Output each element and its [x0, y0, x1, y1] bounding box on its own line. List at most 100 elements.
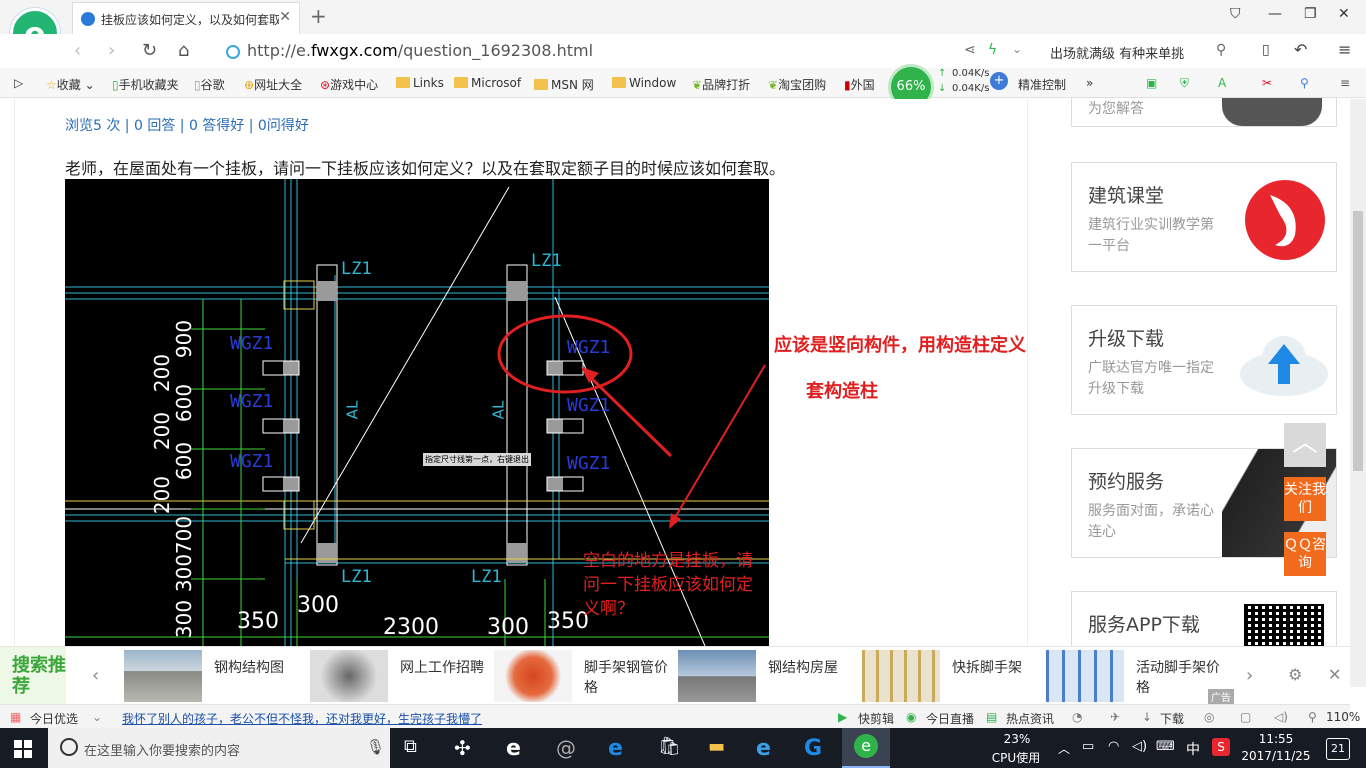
follow-us-button[interactable]: 关注我们 [1284, 477, 1326, 521]
news-headline-link[interactable]: 我怀了别人的孩子，老公不但不怪我，还对我更好，生完孩子我懵了 [122, 710, 482, 727]
sidebar-card-building-class[interactable]: 建筑课堂 建筑行业实训教学第一平台 [1071, 162, 1337, 272]
notification-center-icon[interactable]: 21 [1326, 738, 1350, 760]
speedometer-icon[interactable]: ◔ [1072, 710, 1082, 724]
translate-icon[interactable]: A [1218, 76, 1226, 90]
fan-app-icon[interactable]: ✣ [454, 736, 480, 760]
close-icon[interactable]: ✕ [1328, 665, 1341, 684]
add-icon[interactable]: + [990, 72, 1008, 90]
phone-icon[interactable]: ▯ [1262, 42, 1270, 58]
zoom-level[interactable]: 110% [1326, 710, 1360, 724]
keyboard-icon[interactable]: ⌨ [1156, 739, 1175, 754]
bookmark-google[interactable]: ▯谷歌 [194, 76, 225, 93]
browser-e-icon[interactable]: e [506, 736, 532, 761]
bookmark-links[interactable]: Links [396, 76, 444, 90]
task-view-icon[interactable]: ⧉ [404, 736, 430, 760]
today-live-link[interactable]: 今日直播 [926, 710, 974, 727]
question-stats[interactable]: 浏览5 次 | 0 回答 | 0 答得好 | 0问得好 [65, 115, 309, 135]
folder-icon [534, 79, 548, 90]
close-tab-icon[interactable]: ✕ [279, 9, 291, 25]
bookmark-windows[interactable]: Window [612, 76, 676, 90]
glodon-app-icon[interactable]: G [804, 736, 830, 761]
download-link[interactable]: 下载 [1160, 710, 1184, 727]
bookmark-games[interactable]: ⊛游戏中心 [320, 76, 378, 93]
store-icon[interactable]: 🛍 [658, 736, 684, 760]
bookmark-mobile[interactable]: ▯手机收藏夹 [112, 76, 179, 93]
globe-icon[interactable]: ◎ [1204, 710, 1214, 724]
back-to-top-button[interactable]: ︿ [1284, 423, 1326, 467]
window-icon[interactable]: ▢ [1240, 710, 1251, 724]
bookmark-msn[interactable]: MSN 网 [534, 76, 594, 93]
undo-icon[interactable]: ↶ [1294, 40, 1307, 59]
shirt-skin-icon[interactable]: ⛉ [1230, 6, 1241, 22]
cad-label-wgz1: WGZ1 [567, 395, 611, 416]
cad-dim: 300 [487, 615, 529, 640]
page-scrollbar[interactable] [1350, 99, 1366, 687]
forward-icon[interactable]: › [108, 40, 115, 61]
qr-code-image [1244, 604, 1324, 648]
sidebar-card-answer[interactable]: 为您解答 [1071, 97, 1337, 127]
active-browser-taskbar-button[interactable]: e [842, 728, 890, 768]
swirl-app-icon[interactable]: @ [556, 736, 582, 760]
sogou-ime-icon[interactable]: S [1212, 738, 1230, 756]
quick-clip-link[interactable]: 快剪辑 [858, 710, 894, 727]
volume-icon[interactable]: ◁) [1132, 739, 1147, 754]
shield-icon[interactable]: ⛨ [1180, 76, 1189, 91]
cad-label-al: AL [489, 400, 508, 420]
restore-button[interactable]: ❐ [1304, 6, 1317, 22]
bookmark-foreign[interactable]: ▮外国 [844, 76, 875, 93]
sidebar-card-upgrade[interactable]: 升级下载 广联达官方唯一指定升级下载 [1071, 305, 1337, 415]
video-edit-icon: ▶ [838, 710, 848, 724]
wifi-icon[interactable]: ◠ [1108, 739, 1119, 754]
hot-news-link[interactable]: 热点资讯 [1006, 710, 1054, 727]
clock-time[interactable]: 11:55 [1246, 732, 1306, 746]
scissors-icon[interactable]: ✂ [1262, 76, 1272, 90]
bookmark-site-nav[interactable]: ⊕网址大全 [244, 76, 302, 93]
ie-icon[interactable]: e [756, 736, 782, 761]
lightning-icon[interactable]: ϟ [988, 42, 997, 58]
volume-icon[interactable]: ◁) [1274, 710, 1288, 724]
menu-icon[interactable]: ≡ [1340, 76, 1350, 90]
menu-icon[interactable]: ≡ [1338, 40, 1351, 59]
today-picks[interactable]: 今日优选 [30, 710, 78, 727]
ime-indicator[interactable]: 中 [1186, 739, 1200, 759]
url-input[interactable]: http://e.fwxgx.com/question_1692308.html [247, 41, 593, 60]
taskbar-search-input[interactable]: 在这里输入你要搜索的内容 🎙 [48, 728, 390, 768]
close-window-button[interactable]: ✕ [1338, 6, 1350, 22]
share-icon[interactable]: ⋖ [964, 42, 976, 58]
network-speed-widget[interactable]: 66% ↑ 0.04K/s ↓ 0.04K/s + [886, 64, 1010, 110]
more-bookmarks-icon[interactable]: » [1086, 76, 1093, 90]
file-explorer-icon[interactable]: ▬ [708, 736, 734, 760]
settings-gear-icon[interactable]: ⚙ [1288, 665, 1302, 684]
search-icon[interactable]: ⚲ [1216, 42, 1226, 58]
bookmark-microsoft[interactable]: Microsof [454, 76, 521, 90]
bookmark-precise-control[interactable]: 精准控制 [1018, 76, 1066, 93]
reader-icon[interactable]: ▣ [1146, 76, 1157, 90]
bookmark-taobao[interactable]: ❦淘宝团购 [768, 76, 826, 93]
scrollbar-thumb[interactable] [1353, 211, 1363, 471]
search-slogan[interactable]: 出场就满级 有种来单挑 [1050, 43, 1184, 62]
pin-icon[interactable]: ✈ [1110, 710, 1120, 724]
microphone-icon[interactable]: 🎙 [366, 738, 385, 756]
minimize-button[interactable]: — [1268, 6, 1282, 22]
windows-start-icon[interactable] [14, 740, 32, 758]
clock-date[interactable]: 2017/11/25 [1240, 749, 1312, 763]
refresh-icon[interactable]: ↻ [142, 40, 157, 61]
upload-speed: 0.04K/s [952, 68, 990, 79]
edge-icon[interactable]: e [608, 736, 634, 761]
chevron-down-icon[interactable]: ⌄ [1012, 42, 1022, 56]
bookmark-brand-sale[interactable]: ❦品牌打折 [692, 76, 750, 93]
back-icon[interactable]: ‹ [74, 40, 81, 61]
bookmark-favorites[interactable]: ☆收藏 ⌄ [46, 76, 95, 93]
new-tab-button[interactable]: + [310, 4, 327, 28]
sidebar-card-app-download[interactable]: 服务APP下载 [1071, 591, 1337, 651]
chevron-down-icon[interactable]: ⌄ [92, 710, 102, 724]
magnifier-icon[interactable]: ⚲ [1300, 76, 1309, 90]
sidebar-toggle-icon[interactable]: ▷ [14, 76, 23, 90]
browser-tab[interactable]: 挂板应该如何定义，以及如何套取定额 ✕ [72, 2, 300, 34]
tray-chevron-up-icon[interactable]: ︿ [1058, 740, 1070, 757]
prev-arrow-icon[interactable]: ‹ [92, 665, 99, 686]
home-icon[interactable]: ⌂ [178, 40, 189, 61]
battery-icon[interactable]: ▭ [1082, 739, 1094, 754]
qq-consult-button[interactable]: ＱＱ咨询 [1284, 532, 1326, 576]
next-arrow-icon[interactable]: › [1246, 665, 1253, 686]
